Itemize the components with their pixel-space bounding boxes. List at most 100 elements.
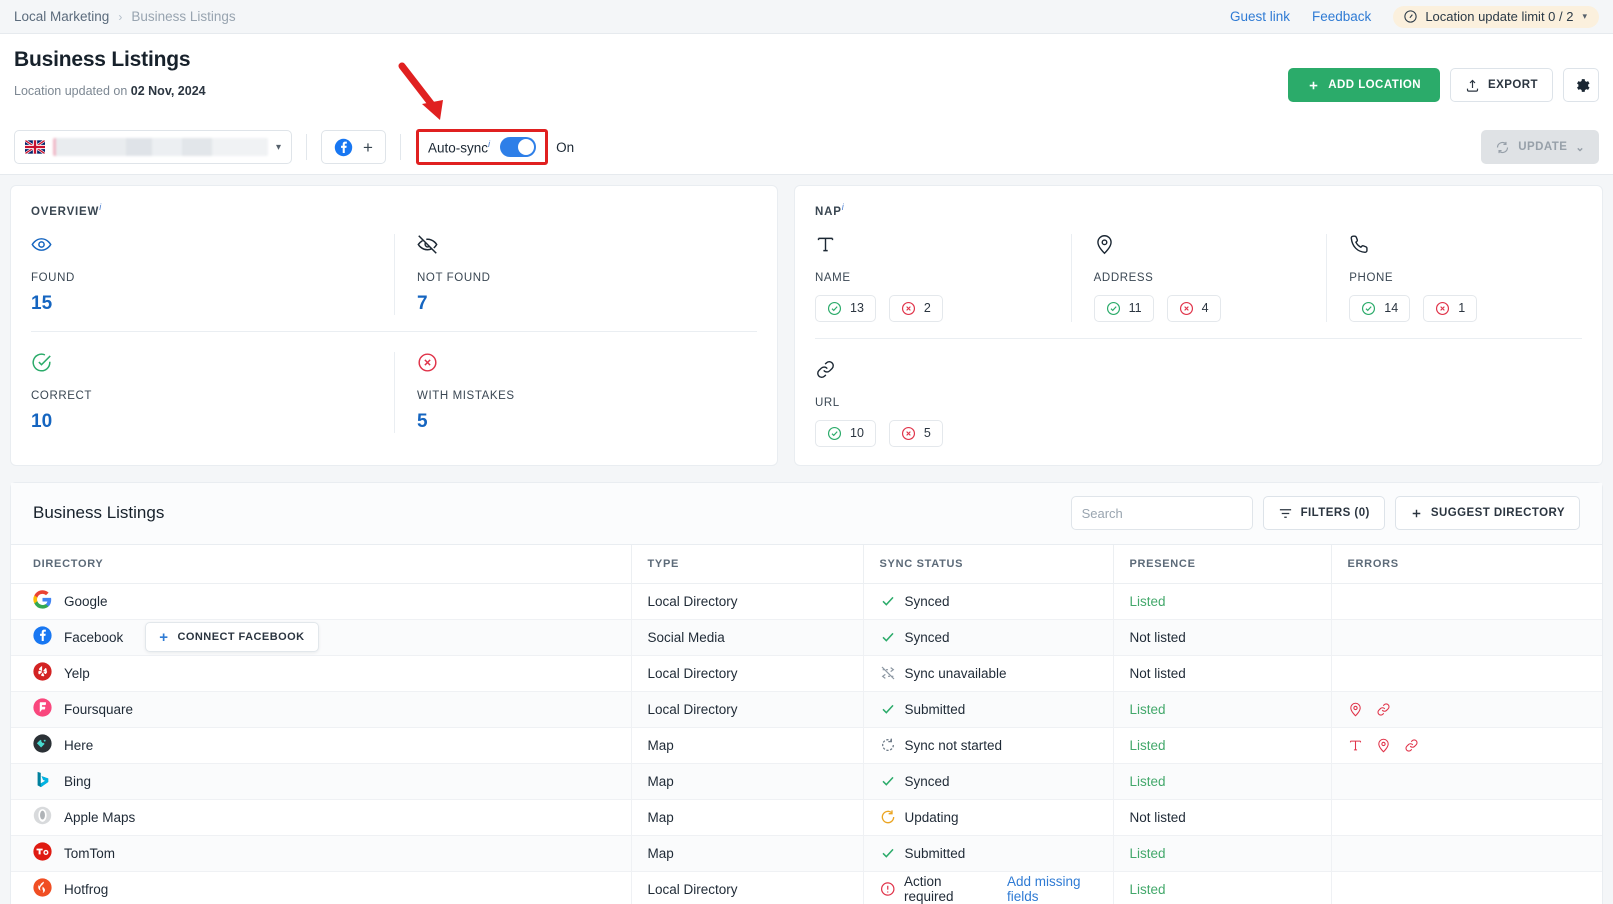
sync-status-text: Sync not started bbox=[904, 737, 1003, 753]
table-row[interactable]: Foursquare Local Directory Submitted Lis… bbox=[11, 691, 1602, 728]
table-row[interactable]: Hotfrog Local Directory Action required … bbox=[11, 871, 1602, 904]
overview-stat-not-found: NOT FOUND 7 bbox=[394, 233, 757, 315]
table-row[interactable]: Google Local Directory Synced Listed bbox=[11, 583, 1602, 620]
cell-type: Local Directory bbox=[630, 583, 863, 620]
nap-error-chip[interactable]: 1 bbox=[1423, 294, 1478, 322]
cell-presence: Listed bbox=[1112, 691, 1331, 728]
table-row[interactable]: Apple Maps Map Updating Not listed bbox=[11, 799, 1602, 836]
stat-label: WITH MISTAKES bbox=[417, 389, 515, 402]
nap-ok-chip[interactable]: 13 bbox=[815, 294, 876, 322]
auto-sync-highlight-box: Auto-synci bbox=[415, 129, 549, 165]
text-icon[interactable] bbox=[1348, 738, 1363, 753]
breadcrumb-parent[interactable]: Local Marketing bbox=[14, 9, 109, 24]
column-header-sync-status[interactable]: SYNC STATUS bbox=[862, 544, 1113, 584]
auto-sync-toggle[interactable] bbox=[500, 137, 537, 157]
filters-button[interactable]: FILTERS (0) bbox=[1262, 496, 1385, 531]
export-label: EXPORT bbox=[1488, 79, 1538, 91]
gear-icon bbox=[1576, 78, 1590, 92]
nap-error-count: 2 bbox=[923, 301, 931, 316]
add-location-button[interactable]: ADD LOCATION bbox=[1288, 68, 1440, 102]
update-button[interactable]: UPDATE ⌄ bbox=[1481, 130, 1599, 164]
settings-button[interactable] bbox=[1563, 68, 1599, 102]
nap-error-chip[interactable]: 4 bbox=[1166, 294, 1221, 322]
nap-ok-count: 10 bbox=[850, 426, 864, 441]
cell-directory[interactable]: Google bbox=[11, 583, 631, 620]
cell-directory[interactable]: Apple Maps bbox=[11, 799, 631, 836]
connect-facebook-toolbar-button[interactable]: + bbox=[321, 130, 386, 164]
listings-panel: Business Listings FILTERS (0) bbox=[10, 481, 1603, 904]
cell-presence: Listed bbox=[1112, 583, 1331, 620]
suggest-directory-button[interactable]: SUGGEST DIRECTORY bbox=[1394, 496, 1580, 531]
location-updated-prefix: Location updated on bbox=[14, 84, 128, 98]
location-update-limit-badge[interactable]: Location update limit 0 / 2 ▾ bbox=[1393, 5, 1599, 28]
table-row[interactable]: Yelp Local Directory Sync unavailable No… bbox=[11, 655, 1602, 692]
directory-name: TomTom bbox=[64, 845, 116, 861]
sync-status-text: Synced bbox=[904, 773, 950, 789]
cell-directory[interactable]: Hotfrog bbox=[11, 871, 631, 904]
map-pin-icon[interactable] bbox=[1376, 738, 1391, 753]
nap-card: NAPi NAME 13 2 ADDRESS 11 4 PHONE 14 1 U… bbox=[794, 185, 1603, 466]
info-icon[interactable]: i bbox=[842, 202, 845, 212]
cell-directory[interactable]: TomTom bbox=[11, 835, 631, 872]
info-icon[interactable]: i bbox=[99, 202, 102, 212]
location-selector[interactable]: ▾ bbox=[14, 130, 292, 164]
sync-status-inner: Updating bbox=[880, 809, 1113, 825]
sync-status-inner: Sync unavailable bbox=[880, 665, 1113, 681]
connect-facebook-button[interactable]: + CONNECT FACEBOOK bbox=[145, 622, 319, 653]
nap-ok-chip[interactable]: 10 bbox=[815, 419, 876, 447]
nap-error-count: 5 bbox=[923, 426, 931, 441]
add-missing-fields-link[interactable]: Add missing fields bbox=[1007, 874, 1112, 904]
feedback-link[interactable]: Feedback bbox=[1312, 9, 1371, 24]
listings-tools: FILTERS (0) SUGGEST DIRECTORY bbox=[1070, 496, 1580, 531]
nap-label: URL bbox=[815, 396, 840, 409]
column-header-type[interactable]: TYPE bbox=[630, 544, 863, 584]
link-icon[interactable] bbox=[1404, 738, 1419, 753]
cell-directory[interactable]: Here bbox=[11, 727, 631, 764]
info-icon[interactable]: i bbox=[488, 139, 490, 150]
nap-field-url: URL 10 5 bbox=[815, 359, 1071, 447]
check-circle-icon bbox=[827, 301, 842, 315]
table-row[interactable]: Bing Map Synced Listed bbox=[11, 763, 1602, 800]
map-pin-icon[interactable] bbox=[1348, 702, 1363, 717]
directory-cell-inner: Hotfrog bbox=[33, 878, 631, 900]
sync-status-inner: Synced bbox=[880, 593, 1113, 609]
limit-badge-text: Location update limit 0 / 2 bbox=[1425, 8, 1574, 24]
cell-directory[interactable]: Bing bbox=[11, 763, 631, 800]
cell-presence: Listed bbox=[1112, 763, 1331, 800]
directory-name: Bing bbox=[64, 773, 92, 789]
nap-ok-chip[interactable]: 14 bbox=[1349, 294, 1411, 322]
column-header-directory[interactable]: DIRECTORY bbox=[11, 544, 631, 584]
add-location-label: ADD LOCATION bbox=[1328, 79, 1421, 91]
export-button[interactable]: EXPORT bbox=[1450, 68, 1553, 102]
nap-error-chip[interactable]: 5 bbox=[888, 419, 943, 447]
nap-ok-chip[interactable]: 11 bbox=[1093, 294, 1154, 322]
column-header-errors[interactable]: ERRORS bbox=[1330, 544, 1602, 584]
link-icon[interactable] bbox=[1376, 702, 1391, 717]
map-pin-icon bbox=[1096, 234, 1112, 255]
cell-presence: Not listed bbox=[1112, 799, 1331, 836]
search-input[interactable] bbox=[1081, 505, 1258, 521]
cell-type: Local Directory bbox=[630, 871, 863, 904]
cell-sync-status: Synced bbox=[862, 763, 1113, 800]
table-row[interactable]: Here Map Sync not started Listed bbox=[11, 727, 1602, 764]
column-header-presence[interactable]: PRESENCE bbox=[1112, 544, 1331, 584]
here-logo bbox=[33, 734, 52, 756]
table-row[interactable]: Facebook + CONNECT FACEBOOK Social Media … bbox=[11, 619, 1602, 656]
check-icon bbox=[881, 849, 894, 859]
facebook-logo bbox=[33, 626, 52, 648]
cell-directory[interactable]: Facebook + CONNECT FACEBOOK bbox=[11, 619, 631, 656]
search-box[interactable] bbox=[1070, 496, 1258, 531]
nap-error-chip[interactable]: 2 bbox=[888, 294, 943, 322]
table-row[interactable]: TomTom Map Submitted Listed bbox=[11, 835, 1602, 872]
nap-spacer-1 bbox=[1071, 359, 1327, 447]
cell-directory[interactable]: Foursquare bbox=[11, 691, 631, 728]
cell-directory[interactable]: Yelp bbox=[11, 655, 631, 692]
directory-name: Foursquare bbox=[64, 701, 134, 717]
chevron-down-icon: ⌄ bbox=[1575, 141, 1585, 154]
toolbar-divider-2 bbox=[399, 134, 401, 160]
directory-cell-inner: Bing bbox=[33, 770, 631, 792]
guest-link[interactable]: Guest link bbox=[1230, 9, 1290, 24]
plus-icon bbox=[1309, 81, 1318, 89]
overview-card-title: OVERVIEWi bbox=[31, 202, 757, 218]
cell-sync-status: Synced bbox=[862, 583, 1113, 620]
